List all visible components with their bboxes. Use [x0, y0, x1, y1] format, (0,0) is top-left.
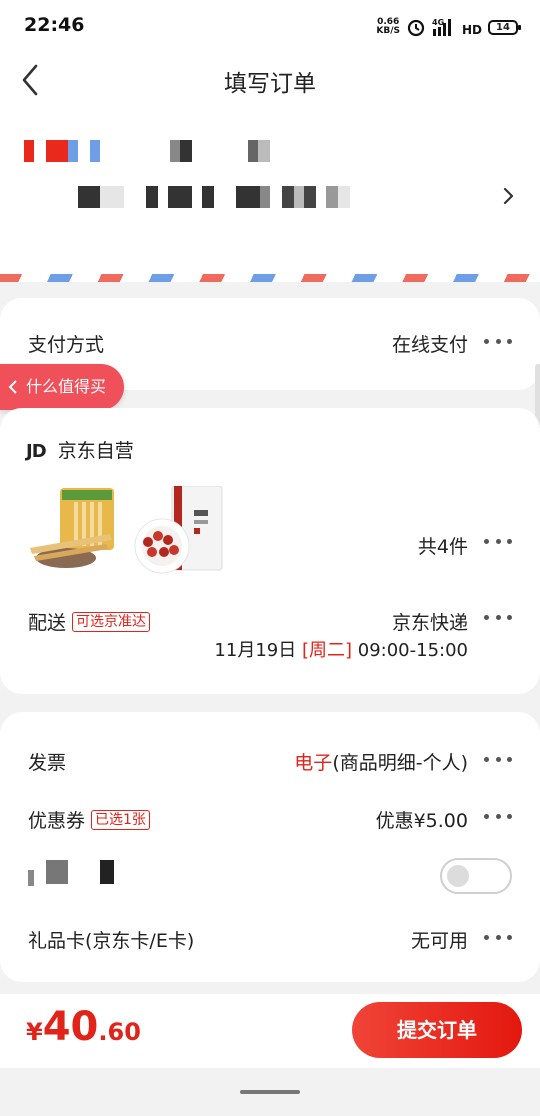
hd-label: HD [462, 23, 482, 37]
redacted-text [146, 186, 158, 208]
redacted-text [236, 186, 260, 208]
coupon-tag[interactable]: 已选1张 [91, 810, 150, 830]
delivery-method[interactable]: 京东快递 [392, 608, 468, 635]
status-bar: 22:46 0.66 KB/S 4G HD 14 [0, 0, 540, 54]
redacted-text [180, 140, 192, 162]
redacted-text [202, 186, 214, 208]
more-icon[interactable] [484, 811, 512, 821]
invoice-detail: (商品明细-个人) [332, 752, 468, 774]
delivery-tag[interactable]: 可选京准达 [72, 612, 151, 632]
coupon-label: 优惠券 [28, 810, 86, 832]
price-decimal: .60 [98, 1018, 141, 1046]
shop-card: JD 京东自营 共4件 配送 可选京准达 京东快递 11月19日 [周二] 09… [0, 408, 540, 694]
coupon-value[interactable]: 优惠¥5.00 [376, 806, 468, 833]
redacted-text [282, 186, 294, 208]
page-title: 填写订单 [224, 71, 316, 97]
redacted-text [24, 140, 34, 162]
options-card: 发票 电子(商品明细-个人) 优惠券 已选1张 优惠¥5.00 礼品卡(京东卡/E… [0, 712, 540, 982]
status-time: 22:46 [24, 14, 85, 36]
address-card[interactable] [0, 106, 540, 282]
airmail-stripe [0, 274, 540, 282]
payment-value[interactable]: 在线支付 [392, 330, 468, 357]
invoice-label: 发票 [28, 752, 67, 774]
checkout-bar: ¥40.60 提交订单 [0, 994, 540, 1068]
product-image[interactable] [134, 486, 224, 574]
price-integer: 40 [42, 1004, 99, 1050]
more-icon[interactable] [484, 754, 512, 764]
delivery-weekday: [周二] [301, 640, 353, 661]
gift-card-label: 礼品卡(京东卡/E卡) [28, 930, 195, 952]
redacted-text [46, 140, 68, 162]
return-pill-label: 什么值得买 [26, 377, 107, 396]
delivery-window: 09:00-15:00 [357, 640, 468, 661]
delivery-label-group: 配送 可选京准达 [28, 608, 151, 635]
network-speed-unit: KB/S [376, 26, 400, 36]
redacted-text [170, 140, 180, 162]
gift-card-value[interactable]: 无可用 [411, 926, 468, 953]
alarm-icon [407, 19, 425, 37]
invoice-type: 电子 [294, 752, 333, 774]
shop-name: 京东自营 [57, 440, 134, 462]
item-count[interactable]: 共4件 [418, 532, 468, 559]
redacted-text [326, 186, 338, 208]
toggle-switch[interactable] [440, 858, 512, 894]
more-icon[interactable] [484, 932, 512, 942]
network-speed: 0.66 KB/S [376, 18, 400, 36]
signal-icon: 4G [432, 18, 451, 36]
redacted-text [78, 186, 100, 208]
jd-logo: JD [26, 441, 47, 462]
payment-label: 支付方式 [28, 334, 105, 356]
more-icon[interactable] [484, 612, 512, 622]
redacted-text [294, 186, 304, 208]
network-type-label: 4G [432, 18, 444, 27]
redacted-text [100, 860, 114, 884]
redacted-text [260, 186, 270, 208]
redacted-text [258, 140, 270, 162]
redacted-text [100, 186, 124, 208]
gesture-area [0, 1068, 540, 1116]
redacted-text [46, 860, 68, 884]
nav-header: 填写订单 [0, 54, 540, 106]
invoice-value[interactable]: 电子(商品明细-个人) [294, 748, 468, 775]
delivery-label: 配送 [28, 612, 67, 634]
hd-icon: HD [462, 23, 482, 37]
coupon-label-group: 优惠券 已选1张 [28, 806, 150, 833]
delivery-time[interactable]: 11月19日 [周二] 09:00-15:00 [214, 636, 468, 662]
currency-symbol: ¥ [26, 1018, 43, 1046]
redacted-text [90, 140, 100, 162]
toggle-knob [447, 865, 469, 887]
redacted-text [168, 186, 192, 208]
redacted-text [248, 140, 258, 162]
chevron-left-icon [8, 380, 17, 394]
shop-title: JD 京东自营 [26, 436, 134, 463]
chevron-right-icon[interactable] [496, 184, 520, 208]
status-icons: 0.66 KB/S 4G HD 14 [376, 16, 521, 38]
redacted-text [68, 140, 78, 162]
product-image[interactable] [26, 486, 120, 574]
more-icon[interactable] [484, 536, 512, 546]
battery-icon: 14 [488, 19, 521, 35]
redacted-text [304, 186, 316, 208]
redacted-text [338, 186, 350, 208]
delivery-date: 11月19日 [214, 640, 297, 661]
home-indicator[interactable] [240, 1090, 300, 1094]
return-pill-button[interactable]: 什么值得买 [0, 364, 124, 410]
total-price: ¥40.60 [26, 1004, 141, 1050]
submit-order-button[interactable]: 提交订单 [352, 1002, 522, 1058]
redacted-text [28, 870, 34, 886]
more-icon[interactable] [484, 336, 512, 346]
